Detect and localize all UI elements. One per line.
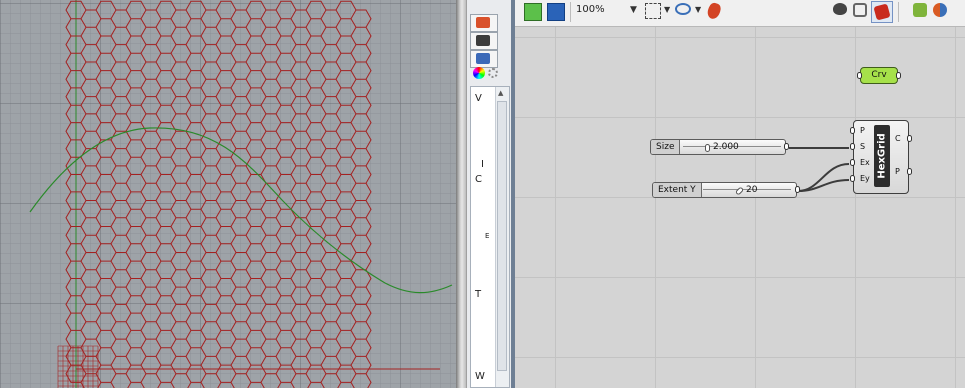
toolbar-separator (570, 2, 571, 22)
selected-preview-icon (873, 3, 891, 21)
tab-display[interactable] (470, 32, 498, 50)
render-icon[interactable] (933, 3, 947, 17)
panel-label: C (475, 174, 482, 185)
output-grip[interactable] (907, 168, 912, 175)
layers-icon (476, 17, 490, 28)
rhino-side-panel: V I C E T W ▲ (466, 0, 512, 388)
input-s[interactable]: S (860, 142, 865, 151)
grasshopper-canvas[interactable]: Crv Size 2.000 Extent Y 20 P S Ex Ey Hex… (515, 27, 965, 388)
panel-label: E (485, 232, 490, 240)
selected-preview-button[interactable] (871, 1, 893, 23)
output-c[interactable]: C (895, 134, 901, 143)
output-grip[interactable] (907, 135, 912, 142)
preview-icon[interactable] (524, 3, 542, 21)
size-slider-value: 2.000 (713, 142, 739, 152)
rhino-viewport[interactable] (0, 0, 456, 388)
scroll-thumb[interactable] (497, 101, 507, 371)
panel-label: T (475, 289, 482, 300)
save-icon[interactable] (547, 3, 565, 21)
shaded-icon[interactable] (853, 3, 867, 17)
slider-handle[interactable] (705, 144, 710, 152)
zoom-dropdown-icon[interactable]: ▼ (630, 5, 637, 15)
panel-label: I (481, 159, 484, 170)
hexgrid-title-bar[interactable]: HexGrid (874, 125, 890, 187)
panel-label: V (475, 93, 482, 104)
grasshopper-toolbar: 100% ▼ ▼ ▼ (515, 0, 965, 27)
sketch-dropdown-icon[interactable]: ▼ (664, 5, 670, 14)
extent-slider-value: 20 (746, 185, 758, 195)
slider-handle[interactable] (734, 186, 745, 196)
wireframe-icon[interactable] (833, 3, 847, 15)
input-grip[interactable] (850, 143, 855, 150)
zoom-level[interactable]: 100% (576, 4, 605, 15)
help-icon (476, 53, 490, 64)
size-slider-label: Size (651, 140, 681, 154)
color-wheel-icon[interactable] (473, 67, 485, 79)
wire-extent-to-ex (797, 163, 850, 192)
input-grip[interactable] (850, 175, 855, 182)
hexgrid-component[interactable]: P S Ex Ey HexGrid C P (850, 120, 912, 194)
extent-slider-label: Extent Y (653, 183, 702, 197)
curve-parameter[interactable]: Crv (857, 67, 901, 84)
panel-scrollbar[interactable]: ▲ (495, 87, 509, 387)
display-icon (476, 35, 490, 46)
preview-eye-icon[interactable] (675, 3, 691, 15)
viewport-geometry (0, 0, 456, 388)
settings-gear-icon[interactable] (488, 68, 498, 78)
input-p[interactable]: P (860, 126, 865, 135)
preview-dropdown-icon[interactable]: ▼ (695, 5, 701, 14)
crv-input-grip[interactable] (857, 72, 862, 79)
viewport-frame (456, 0, 466, 388)
extent-y-slider[interactable]: Extent Y 20 (652, 182, 800, 198)
hexgrid-title: HexGrid (876, 133, 888, 179)
curve-parameter-label: Crv (871, 70, 887, 80)
output-p[interactable]: P (895, 167, 900, 176)
input-grip[interactable] (850, 127, 855, 134)
panel-list[interactable]: V I C E T W ▲ (470, 86, 510, 388)
toolbar-separator (898, 2, 899, 22)
size-slider[interactable]: Size 2.000 (650, 139, 789, 155)
sketch-icon[interactable] (645, 3, 661, 19)
input-grip[interactable] (850, 159, 855, 166)
material-icon[interactable] (913, 3, 927, 17)
crv-output-grip[interactable] (896, 72, 901, 79)
input-ex[interactable]: Ex (860, 158, 870, 167)
scroll-up-icon[interactable]: ▲ (498, 89, 503, 97)
input-ey[interactable]: Ey (860, 174, 870, 183)
size-output-grip[interactable] (784, 143, 789, 150)
panel-label: W (475, 371, 485, 382)
bake-icon[interactable] (705, 1, 723, 21)
tab-help[interactable] (470, 50, 498, 68)
extent-output-grip[interactable] (795, 186, 800, 193)
tab-layers[interactable] (470, 14, 498, 32)
